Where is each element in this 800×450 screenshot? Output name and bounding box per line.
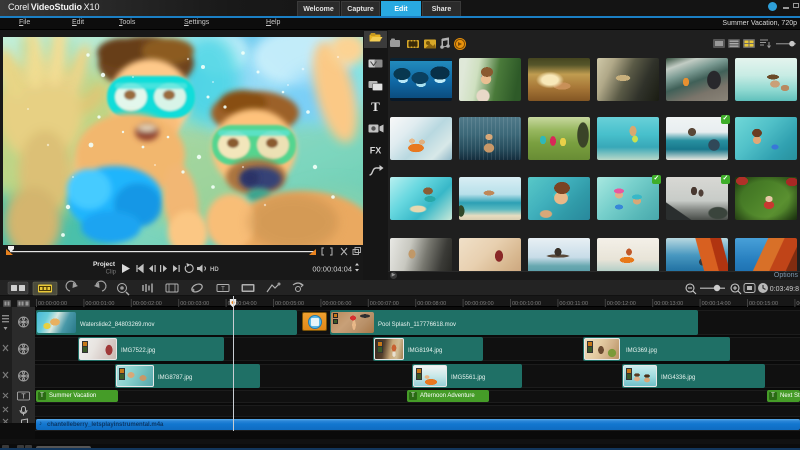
svg-text:Clip: Clip — [106, 270, 117, 276]
svg-text:T: T — [371, 99, 380, 114]
svg-text:T: T — [21, 394, 26, 401]
svg-text:FX: FX — [370, 146, 382, 156]
svg-text:HD: HD — [210, 267, 219, 273]
svg-text:00:00:04:04: 00:00:04:04 — [312, 265, 352, 274]
svg-text:T: T — [221, 287, 225, 293]
svg-text:0:03:49:8: 0:03:49:8 — [770, 286, 799, 293]
svg-text:Project: Project — [93, 261, 116, 268]
